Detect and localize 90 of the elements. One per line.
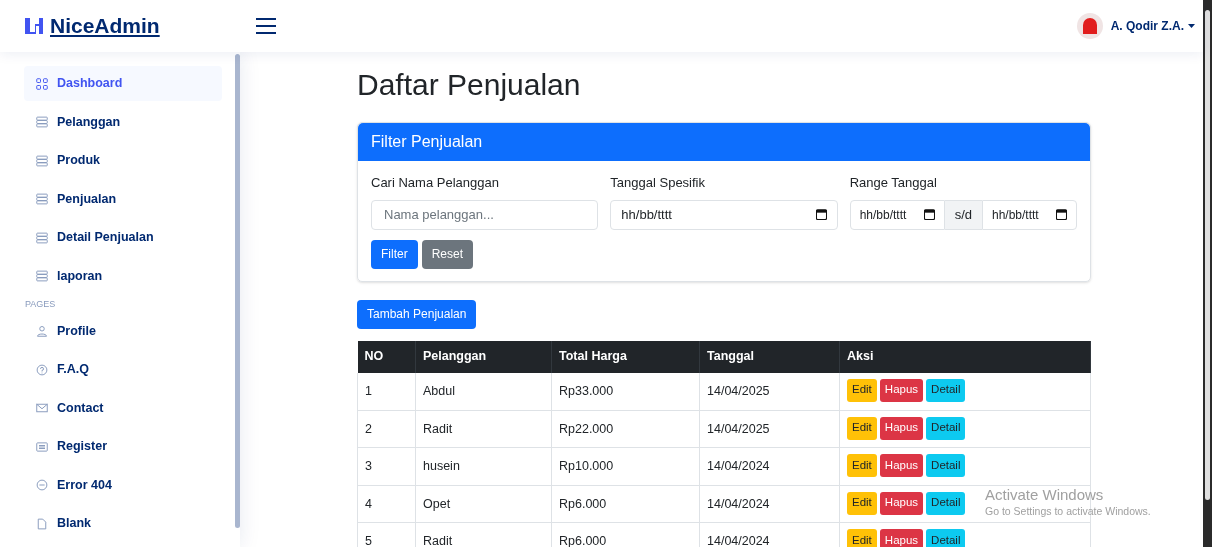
detail-button[interactable]: Detail (926, 454, 966, 477)
table-cell: Abdul (423, 383, 455, 398)
table-cell: husein (423, 459, 460, 473)
list-icon (36, 270, 48, 282)
sidebar-item[interactable]: Profile (24, 313, 222, 349)
edit-button[interactable]: Edit (847, 491, 877, 515)
sidebar-item[interactable]: Detail Penjualan (24, 220, 222, 255)
logo-link[interactable]: NiceAdmin (50, 10, 160, 42)
calendar-icon[interactable] (923, 209, 935, 220)
minus-circle-icon (36, 479, 48, 491)
table-cell: 4 (365, 496, 372, 511)
grid-icon (36, 77, 48, 90)
table-cell: 3 (365, 459, 372, 473)
edit-button[interactable]: Edit (847, 378, 877, 402)
table-cell: Rp6.000 (559, 534, 607, 547)
date-input[interactable]: hh/bb/tttt (849, 199, 945, 230)
detail-button[interactable]: Detail (926, 416, 966, 440)
date-input[interactable]: hh/bb/tttt (610, 199, 838, 230)
table-cell: 2 (365, 421, 372, 436)
person-icon (36, 325, 48, 337)
sidebar-item[interactable]: Dashboard (24, 66, 222, 101)
table-cell: Rp10.000 (559, 459, 614, 473)
filter-button[interactable]: Filter (371, 239, 418, 269)
calendar-icon[interactable] (1056, 209, 1067, 220)
section-heading: PAGES (24, 298, 57, 311)
sidebar-item[interactable]: Pelanggan (24, 104, 222, 140)
delete-button[interactable]: Hapus (879, 529, 924, 547)
table-cell: 14/04/2024 (707, 496, 770, 511)
sidebar-item[interactable]: Error 404 (24, 467, 222, 503)
sidebar-item[interactable]: Produk (24, 143, 222, 178)
list-icon (36, 231, 48, 244)
sidebar-item[interactable]: laporan (24, 258, 222, 294)
table-cell: 14/04/2024 (707, 534, 770, 547)
notice-text: Go to Settings to activate Windows. (985, 504, 1151, 518)
list-icon (36, 193, 48, 205)
list-icon (36, 154, 48, 167)
sidebar-item[interactable]: Blank (24, 506, 222, 541)
column-header: Pelanggan (415, 340, 552, 373)
delete-button[interactable]: Hapus (879, 378, 924, 402)
detail-button[interactable]: Detail (926, 491, 966, 515)
table-cell: 5 (365, 534, 372, 547)
table-cell: Rp6.000 (559, 496, 607, 511)
edit-button[interactable]: Edit (847, 416, 877, 440)
table-cell: Opet (423, 496, 451, 511)
edit-button[interactable]: Edit (847, 454, 877, 477)
notice-title: Activate Windows (985, 486, 1105, 504)
scrollbar[interactable] (1203, 0, 1212, 547)
name-input[interactable]: Nama pelanggan... (371, 199, 599, 230)
user-menu[interactable]: A. Qodir Z.A. (1110, 17, 1195, 35)
menu-icon[interactable] (255, 17, 277, 35)
sidebar-item[interactable]: Penjualan (24, 181, 222, 217)
sidebar-item[interactable]: Register (24, 429, 222, 464)
page-title: Daftar Penjualan (357, 67, 582, 103)
column-header: Aksi (839, 340, 1091, 373)
help-icon (36, 363, 48, 376)
column-header: Tanggal (699, 340, 840, 373)
edit-button[interactable]: Edit (847, 529, 877, 547)
delete-button[interactable]: Hapus (879, 454, 924, 477)
table-cell: Radit (423, 421, 453, 436)
delete-button[interactable]: Hapus (879, 491, 924, 515)
delete-button[interactable]: Hapus (879, 416, 924, 440)
avatar[interactable] (1076, 13, 1103, 39)
logo-icon (24, 17, 44, 35)
field-label: Cari Nama Pelanggan (371, 174, 500, 192)
caret-icon (1188, 23, 1195, 29)
table-cell: Radit (423, 534, 453, 547)
table-cell: 14/04/2024 (707, 459, 770, 473)
table-cell: 14/04/2025 (707, 421, 770, 436)
date-input[interactable]: hh/bb/tttt (982, 199, 1077, 230)
table-cell: 14/04/2025 (707, 383, 770, 398)
sidebar-item[interactable]: Contact (24, 390, 222, 426)
table-cell: Rp22.000 (559, 421, 614, 436)
file-icon (36, 517, 48, 530)
calendar-icon[interactable] (815, 209, 827, 220)
list-icon (36, 116, 48, 128)
sidebar-item[interactable]: F.A.Q (24, 352, 222, 387)
add-sale-button[interactable]: Tambah Penjualan (357, 299, 477, 329)
detail-button[interactable]: Detail (926, 529, 966, 547)
table-cell: 1 (365, 383, 372, 398)
column-header: Total Harga (551, 340, 700, 373)
reset-button[interactable]: Reset (421, 239, 474, 269)
card-header: Filter Penjualan (358, 123, 1090, 161)
table-cell: Rp33.000 (559, 383, 614, 398)
range-separator: s/d (944, 199, 982, 230)
form-icon (36, 440, 48, 453)
detail-button[interactable]: Detail (926, 378, 966, 402)
column-header: NO (357, 340, 416, 373)
envelope-icon (36, 402, 48, 414)
field-label: Tanggal Spesifik (610, 174, 706, 192)
field-label: Range Tanggal (849, 174, 938, 192)
